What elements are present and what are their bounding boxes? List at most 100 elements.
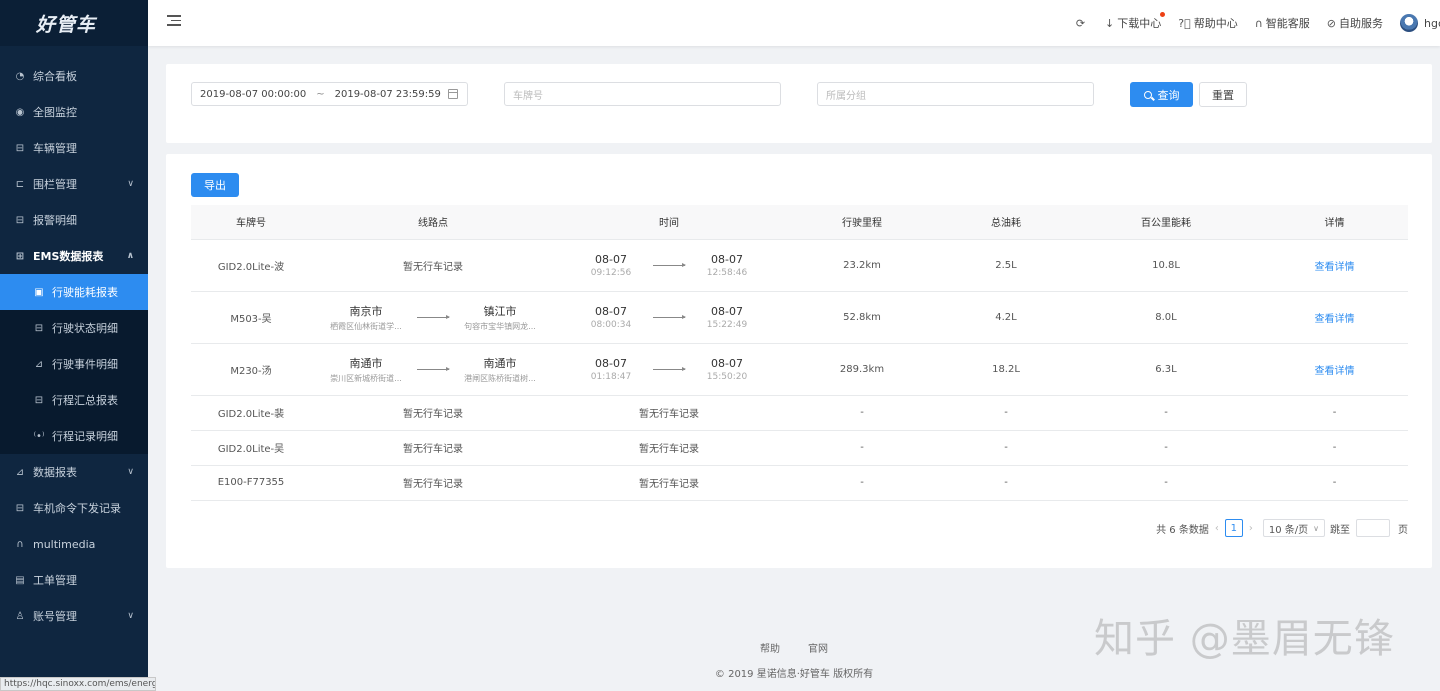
ems-submenu: ▣ 行驶能耗报表 ⊟ 行驶状态明细 ⊿ 行驶事件明细 ⊟ 行程汇总报表 ⁽•⁾ 行程记录明… — [0, 274, 148, 454]
sidebar-item-ems-reports[interactable]: ⊞ EMS数据报表 ∧ — [0, 238, 148, 274]
command-icon: ⊟ — [15, 502, 25, 514]
car-icon: ⊟ — [34, 322, 44, 334]
report-panel: 导出 车牌号 线路点 时间 行驶里程 总油耗 百公里能耗 详情 GID2.0Li… — [166, 154, 1432, 568]
user-icon: ♙ — [15, 610, 25, 622]
col-fuel: 总油耗 — [941, 205, 1071, 240]
table-row: M503-吴 南京市 栖霞区仙林街道学... 镇江市 句容市宝华镇网龙... 08-… — [191, 291, 1408, 344]
filter-panel: 2019-08-07 00:00:00 ~ 2019-08-07 23:59:5… — [166, 64, 1432, 143]
chevron-down-icon: ∨ — [127, 611, 134, 621]
time-range: 08-07 01:18:47 08-07 15:50:20 — [590, 356, 748, 382]
location-pin-icon: ◉ — [15, 106, 25, 118]
chart-line-icon: ⊿ — [15, 466, 25, 478]
export-button[interactable]: 导出 — [191, 173, 239, 197]
sidebar-item-work-orders[interactable]: ▤ 工单管理 — [0, 562, 148, 598]
refresh-icon: ⟳ — [1075, 16, 1086, 30]
report-icon: ▣ — [34, 286, 44, 298]
prev-page-icon[interactable]: ‹ — [1215, 523, 1219, 534]
table-row: M230-汤 南通市 崇川区新城桥街道... 南通市 港闸区陈桥街道树... 08-… — [191, 343, 1408, 396]
jump-page-input[interactable] — [1356, 519, 1390, 537]
arrow-right-icon — [417, 314, 450, 319]
col-detail: 详情 — [1261, 205, 1408, 240]
smart-service-button[interactable]: ∩ 智能客服 — [1255, 15, 1310, 31]
sidebar-item-multimedia[interactable]: ∩ multimedia — [0, 526, 148, 562]
help-center-button[interactable]: ?⃝ 帮助中心 — [1178, 15, 1237, 31]
refresh-button[interactable]: ⟳ — [1076, 17, 1088, 30]
route-points: 南京市 栖霞区仙林街道学... 镇江市 句容市宝华镇网龙... — [330, 304, 536, 331]
view-detail-link[interactable]: 查看详情 — [1315, 314, 1355, 325]
headset-icon: ∩ — [1254, 16, 1263, 30]
time-range: 08-07 08:00:34 08-07 15:22:49 — [590, 304, 748, 330]
view-detail-link[interactable]: 查看详情 — [1315, 262, 1355, 273]
user-menu[interactable]: hgc — [1400, 14, 1440, 32]
sidebar-item-drive-status[interactable]: ⊟ 行驶状态明细 — [0, 310, 148, 346]
download-icon: ↓ — [1105, 16, 1115, 30]
total-count: 共 6 条数据 — [1156, 524, 1209, 536]
page-1-button[interactable]: 1 — [1224, 519, 1243, 537]
sidebar-item-trip-records[interactable]: ⁽•⁾ 行程记录明细 — [0, 418, 148, 454]
reset-button[interactable]: 重置 — [1199, 82, 1247, 107]
table-header-row: 车牌号 线路点 时间 行驶里程 总油耗 百公里能耗 详情 — [191, 205, 1408, 240]
calendar-icon — [448, 89, 458, 99]
arrow-right-icon — [653, 366, 686, 371]
dashboard-icon: ◔ — [15, 70, 25, 82]
col-route: 线路点 — [311, 205, 555, 240]
sidebar-item-vehicles[interactable]: ⊟ 车辆管理 — [0, 130, 148, 166]
compass-icon: ⊘ — [1326, 16, 1336, 30]
watermark: 知乎 @墨眉无锋 — [1094, 616, 1395, 662]
avatar — [1400, 14, 1418, 32]
arrow-right-icon — [417, 366, 450, 371]
footer-official-link[interactable]: 官网 — [808, 644, 828, 655]
headphone-icon: ∩ — [16, 538, 24, 550]
sidebar-item-data-reports[interactable]: ⊿ 数据报表 ∨ — [0, 454, 148, 490]
table-row: GID2.0Lite-吴 暂无行车记录 暂无行车记录 - - - - — [191, 430, 1408, 466]
notification-dot — [1160, 12, 1166, 17]
view-detail-link[interactable]: 查看详情 — [1315, 366, 1355, 377]
chevron-down-icon: ∨ — [127, 467, 134, 477]
route-points: 南通市 崇川区新城桥街道... 南通市 港闸区陈桥街道树... — [330, 356, 536, 383]
footer-help-link[interactable]: 帮助 — [760, 644, 780, 655]
browser-status-url: https://hqc.sinoxx.com/ems/energy — [0, 677, 156, 691]
search-icon — [1143, 90, 1152, 99]
logo[interactable]: 好管车 — [0, 0, 148, 46]
date-range-picker[interactable]: 2019-08-07 00:00:00 ~ 2019-08-07 23:59:5… — [191, 82, 468, 106]
chevron-down-icon: ∨ — [1313, 523, 1319, 533]
page-size-select[interactable]: 10 条/页 ∨ — [1262, 519, 1325, 537]
sidebar-menu: ◔ 综合看板 ◉ 全图监控 ⊟ 车辆管理 ⊏ 围栏管理 ∨ ⊟ 报警明细 ⊞ EMS数据报表 ∧… — [0, 46, 148, 634]
chevron-up-icon: ∧ — [126, 251, 134, 261]
chevron-down-icon: ∨ — [127, 179, 134, 189]
sidebar-item-trip-summary[interactable]: ⊟ 行程汇总报表 — [0, 382, 148, 418]
arrow-right-icon — [653, 314, 686, 319]
ems-icon: ⊞ — [15, 250, 25, 262]
energy-report-table: 车牌号 线路点 时间 行驶里程 总油耗 百公里能耗 详情 GID2.0Lite-… — [191, 205, 1408, 501]
col-per100: 百公里能耗 — [1071, 205, 1261, 240]
help-icon: ?⃝ — [1178, 16, 1191, 30]
chart-line-icon: ⊿ — [34, 358, 44, 370]
car-icon: ⊟ — [15, 142, 25, 154]
sidebar-item-commands[interactable]: ⊟ 车机命令下发记录 — [0, 490, 148, 526]
sidebar-item-accounts[interactable]: ♙ 账号管理 ∨ — [0, 598, 148, 634]
plate-number-input[interactable]: 车牌号 — [504, 82, 781, 106]
query-button[interactable]: 查询 — [1130, 82, 1193, 107]
sidebar-item-alarms[interactable]: ⊟ 报警明细 — [0, 202, 148, 238]
group-select[interactable]: 所属分组 — [817, 82, 1094, 106]
sidebar-item-energy-report[interactable]: ▣ 行驶能耗报表 — [0, 274, 148, 310]
table-row: E100-F77355 暂无行车记录 暂无行车记录 - - - - — [191, 465, 1408, 501]
menu-toggle-icon[interactable] — [167, 15, 181, 29]
download-center-button[interactable]: ↓ 下载中心 — [1105, 12, 1166, 31]
sidebar: 好管车 ◔ 综合看板 ◉ 全图监控 ⊟ 车辆管理 ⊏ 围栏管理 ∨ ⊟ 报警明细 ⊞ EMS数… — [0, 0, 148, 691]
sidebar-item-map-monitor[interactable]: ◉ 全图监控 — [0, 94, 148, 130]
sidebar-item-fence[interactable]: ⊏ 围栏管理 ∨ — [0, 166, 148, 202]
arrow-right-icon — [653, 262, 686, 267]
signal-icon: ⁽•⁾ — [33, 430, 45, 442]
col-plate: 车牌号 — [191, 205, 311, 240]
table-row: GID2.0Lite-裴 暂无行车记录 暂无行车记录 - - - - — [191, 395, 1408, 431]
ticket-icon: ▤ — [15, 574, 25, 586]
header-actions: ⟳ ↓下载中心 ?⃝帮助中心 ∩智能客服 ⊘自助服务 hgc — [1076, 0, 1440, 46]
next-page-icon[interactable]: › — [1249, 523, 1253, 534]
alarm-icon: ⊟ — [15, 214, 25, 226]
pagination: 共 6 条数据 ‹ 1 › 10 条/页 ∨ 跳至 页 — [1156, 519, 1408, 537]
col-mileage: 行驶里程 — [783, 205, 941, 240]
sidebar-item-drive-events[interactable]: ⊿ 行驶事件明细 — [0, 346, 148, 382]
self-service-button[interactable]: ⊘ 自助服务 — [1327, 15, 1383, 31]
sidebar-item-dashboard[interactable]: ◔ 综合看板 — [0, 58, 148, 94]
